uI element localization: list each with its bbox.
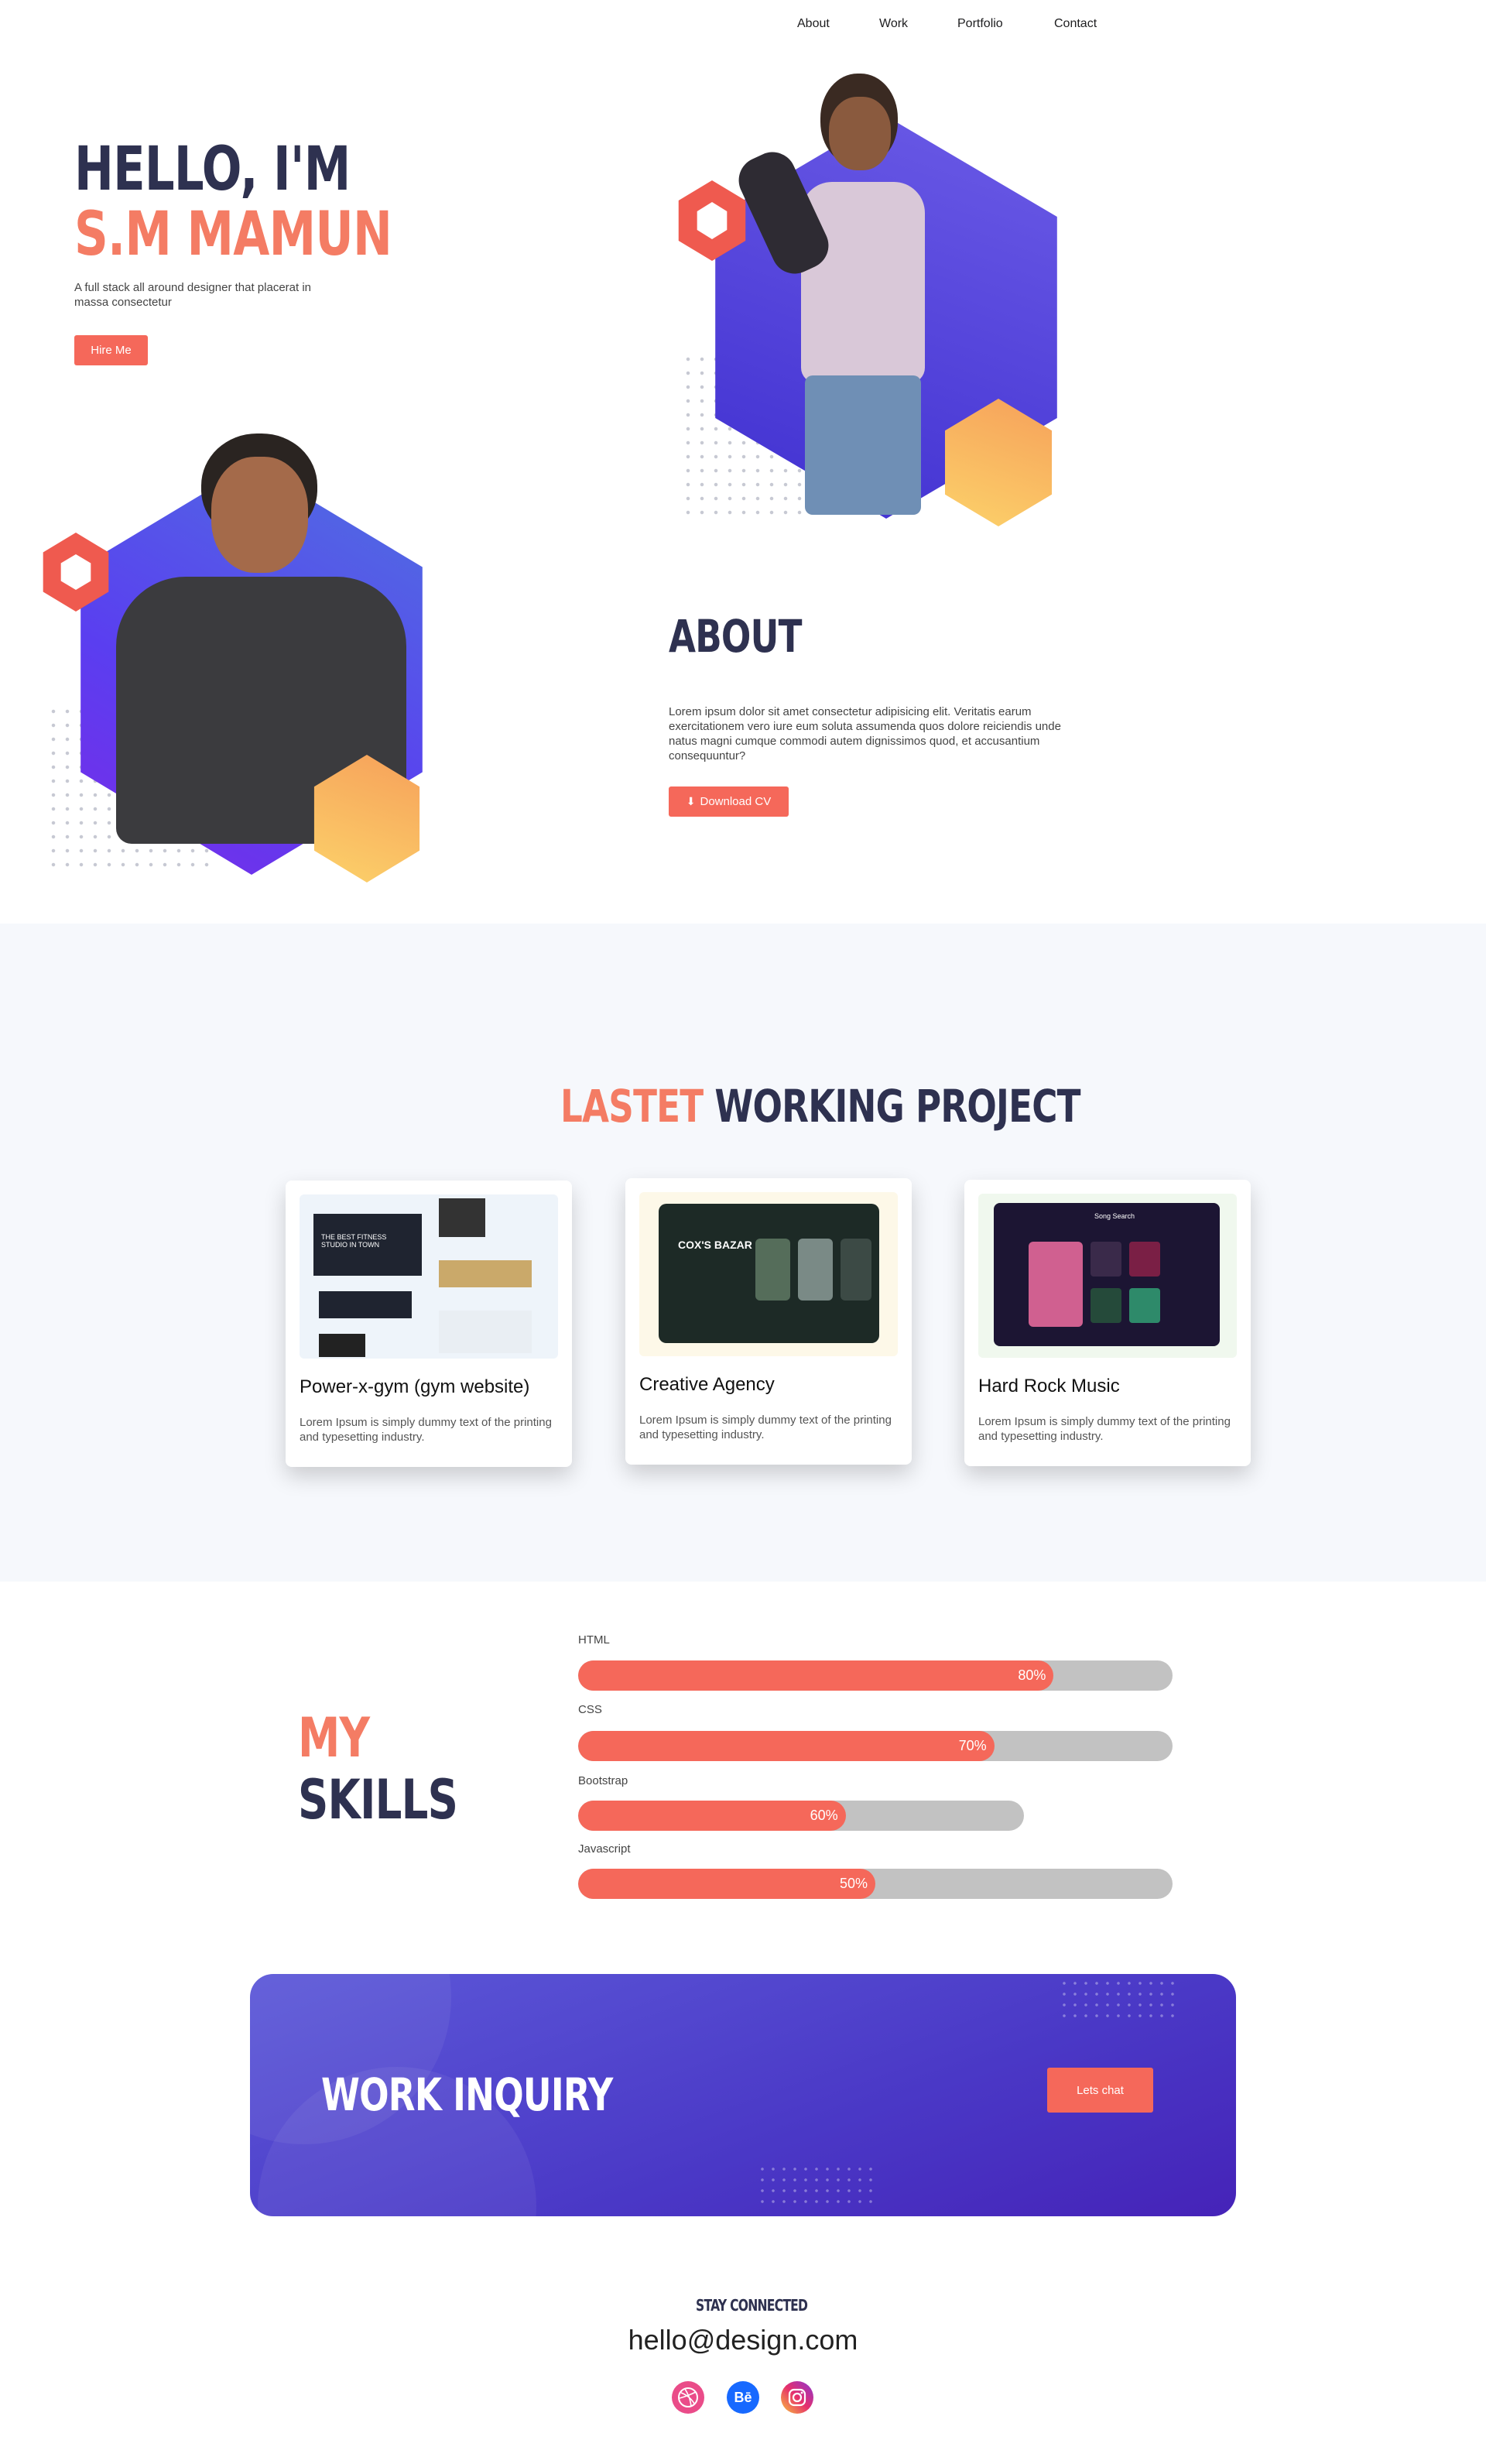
skill-label: Bootstrap: [578, 1774, 628, 1787]
behance-icon[interactable]: Bē: [727, 2381, 759, 2414]
projects-title-accent: LASTET: [560, 1080, 704, 1133]
skill-percent: 80%: [1018, 1667, 1046, 1683]
project-thumbnail: Song Search: [978, 1194, 1237, 1358]
dot-pattern: [757, 2164, 873, 2210]
skill-bar: 50%: [578, 1869, 1173, 1899]
project-title: Power-x-gym (gym website): [300, 1376, 530, 1397]
footer-email[interactable]: hello@design.com: [0, 2324, 1486, 2356]
skill-bar: 70%: [578, 1731, 1173, 1761]
nav-work[interactable]: Work: [879, 17, 908, 31]
skill-bar: 80%: [578, 1660, 1173, 1691]
hero-greeting: HELLO, I'M: [74, 135, 351, 204]
skill-label: Javascript: [578, 1842, 631, 1856]
download-cv-label: Download CV: [700, 795, 772, 808]
skill-percent: 70%: [958, 1738, 987, 1753]
project-title: Hard Rock Music: [978, 1376, 1120, 1396]
hero-subtitle: A full stack all around designer that pl…: [74, 281, 312, 309]
skills-title-rest: SKILLS: [298, 1768, 458, 1832]
inquiry-title: WORK INQUIRY: [321, 2068, 613, 2121]
instagram-icon[interactable]: [781, 2381, 813, 2414]
skill-bar: 60%: [578, 1801, 1024, 1831]
about-text: Lorem ipsum dolor sit amet consectetur a…: [669, 705, 1061, 763]
nav-contact[interactable]: Contact: [1054, 17, 1097, 31]
skill-bar-fill: 80%: [578, 1660, 1054, 1691]
work-inquiry-banner: WORK INQUIRY Lets chat: [250, 1974, 1236, 2216]
skill-percent: 60%: [810, 1808, 838, 1823]
skill-label: HTML: [578, 1633, 610, 1647]
nav-portfolio[interactable]: Portfolio: [957, 17, 1003, 31]
projects-title: LASTET WORKING PROJECT: [560, 1080, 1081, 1133]
dribbble-icon[interactable]: [672, 2381, 704, 2414]
lets-chat-button[interactable]: Lets chat: [1047, 2068, 1153, 2113]
project-description: Lorem Ipsum is simply dummy text of the …: [300, 1416, 552, 1444]
stay-connected-kicker: STAY CONNECTED: [696, 2296, 808, 2315]
skill-bar-fill: 70%: [578, 1731, 995, 1761]
hire-me-button[interactable]: Hire Me: [74, 335, 148, 365]
about-title: ABOUT: [669, 610, 802, 663]
dot-pattern: [1059, 1978, 1175, 2020]
project-title: Creative Agency: [639, 1374, 775, 1395]
skills-title-accent: MY: [298, 1706, 370, 1770]
skill-bar-fill: 60%: [578, 1801, 846, 1831]
project-thumbnail: THE BEST FITNESS STUDIO IN TOWN: [300, 1194, 558, 1359]
project-card[interactable]: Song Search Hard Rock Music Lorem Ipsum …: [964, 1180, 1251, 1466]
skill-bar-fill: 50%: [578, 1869, 875, 1899]
project-thumbnail: COX'S BAZAR: [639, 1192, 898, 1356]
download-icon: ⬇: [686, 795, 696, 807]
hero-photo: [731, 74, 952, 519]
project-card[interactable]: THE BEST FITNESS STUDIO IN TOWN Power-x-…: [286, 1181, 572, 1467]
project-description: Lorem Ipsum is simply dummy text of the …: [639, 1414, 892, 1441]
hero-name: S.M MAMUN: [74, 200, 392, 269]
project-card[interactable]: COX'S BAZAR Creative Agency Lorem Ipsum …: [625, 1178, 912, 1465]
skill-percent: 50%: [839, 1876, 868, 1891]
skill-label: CSS: [578, 1703, 602, 1716]
projects-title-rest: WORKING PROJECT: [714, 1080, 1080, 1133]
project-description: Lorem Ipsum is simply dummy text of the …: [978, 1415, 1231, 1443]
download-cv-button[interactable]: ⬇ Download CV: [669, 786, 789, 817]
nav-about[interactable]: About: [797, 17, 830, 31]
